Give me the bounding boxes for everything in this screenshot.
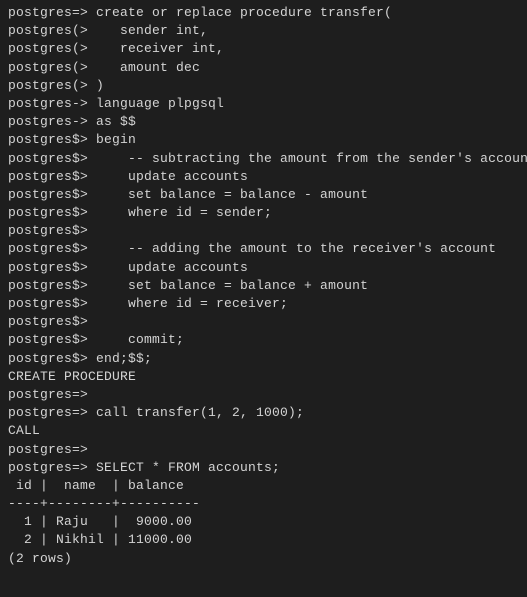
prompt-text: postgres=> (8, 5, 96, 20)
command-text: SELECT * FROM accounts; (96, 460, 280, 475)
terminal-line: postgres$> update accounts (8, 259, 519, 277)
terminal-line: postgres$> update accounts (8, 168, 519, 186)
command-text: as $$ (96, 114, 136, 129)
terminal-line: postgres(> receiver int, (8, 40, 519, 58)
prompt-text: postgres$> (8, 187, 128, 202)
command-text: call transfer(1, 2, 1000); (96, 405, 304, 420)
command-text: create or replace procedure transfer( (96, 5, 392, 20)
prompt-text: postgres=> (8, 387, 88, 402)
prompt-text: postgres-> (8, 96, 96, 111)
terminal-line: CALL (8, 422, 519, 440)
terminal-line: postgres=> SELECT * FROM accounts; (8, 459, 519, 477)
terminal-line: postgres-> as $$ (8, 113, 519, 131)
terminal-line: postgres$> where id = receiver; (8, 295, 519, 313)
prompt-text: postgres$> (8, 332, 128, 347)
terminal-line: postgres$> (8, 222, 519, 240)
prompt-text: postgres$> (8, 151, 128, 166)
command-text: id | name | balance (8, 478, 184, 493)
prompt-text: postgres=> (8, 442, 88, 457)
terminal-line: postgres$> -- subtracting the amount fro… (8, 150, 519, 168)
terminal-line: postgres$> set balance = balance + amoun… (8, 277, 519, 295)
command-text: -- adding the amount to the receiver's a… (128, 241, 496, 256)
prompt-text: postgres(> (8, 60, 120, 75)
prompt-text: postgres$> (8, 260, 128, 275)
terminal-line: postgres(> ) (8, 77, 519, 95)
terminal-line: postgres$> (8, 313, 519, 331)
command-text: commit; (128, 332, 184, 347)
terminal-line: postgres-> language plpgsql (8, 95, 519, 113)
prompt-text: postgres$> (8, 223, 88, 238)
command-text: -- subtracting the amount from the sende… (128, 151, 527, 166)
prompt-text: postgres$> (8, 278, 128, 293)
terminal-line: postgres$> commit; (8, 331, 519, 349)
prompt-text: postgres$> (8, 132, 96, 147)
command-text: CREATE PROCEDURE (8, 369, 136, 384)
command-text: where id = sender; (128, 205, 272, 220)
terminal-line: postgres$> set balance = balance - amoun… (8, 186, 519, 204)
terminal-line: postgres=> (8, 441, 519, 459)
prompt-text: postgres(> (8, 78, 96, 93)
prompt-text: postgres$> (8, 241, 128, 256)
prompt-text: postgres$> (8, 351, 96, 366)
command-text: amount dec (120, 60, 200, 75)
command-text: (2 rows) (8, 551, 72, 566)
prompt-text: postgres-> (8, 114, 96, 129)
command-text: update accounts (128, 260, 248, 275)
terminal-line: postgres=> (8, 386, 519, 404)
prompt-text: postgres=> (8, 460, 96, 475)
prompt-text: postgres$> (8, 169, 128, 184)
terminal-line: postgres(> sender int, (8, 22, 519, 40)
prompt-text: postgres$> (8, 296, 128, 311)
command-text: set balance = balance - amount (128, 187, 368, 202)
command-text: where id = receiver; (128, 296, 288, 311)
prompt-text: postgres(> (8, 41, 120, 56)
command-text: update accounts (128, 169, 248, 184)
command-text: 1 | Raju | 9000.00 (8, 514, 192, 529)
prompt-text: postgres$> (8, 205, 128, 220)
terminal-line: CREATE PROCEDURE (8, 368, 519, 386)
command-text: receiver int, (120, 41, 224, 56)
terminal-line: postgres$> where id = sender; (8, 204, 519, 222)
command-text: ----+--------+---------- (8, 496, 200, 511)
terminal-line: postgres=> create or replace procedure t… (8, 4, 519, 22)
terminal-line: 1 | Raju | 9000.00 (8, 513, 519, 531)
terminal-line: postgres$> end;$$; (8, 350, 519, 368)
command-text: begin (96, 132, 136, 147)
terminal-line: postgres=> call transfer(1, 2, 1000); (8, 404, 519, 422)
terminal-line: postgres$> -- adding the amount to the r… (8, 240, 519, 258)
terminal-line: (2 rows) (8, 550, 519, 568)
prompt-text: postgres=> (8, 405, 96, 420)
terminal-line: postgres$> begin (8, 131, 519, 149)
terminal-line: postgres(> amount dec (8, 59, 519, 77)
command-text: sender int, (120, 23, 208, 38)
command-text: language plpgsql (96, 96, 224, 111)
command-text: CALL (8, 423, 40, 438)
command-text: set balance = balance + amount (128, 278, 368, 293)
command-text: ) (96, 78, 104, 93)
prompt-text: postgres$> (8, 314, 88, 329)
terminal-output: postgres=> create or replace procedure t… (8, 4, 519, 568)
command-text: 2 | Nikhil | 11000.00 (8, 532, 192, 547)
terminal-line: 2 | Nikhil | 11000.00 (8, 531, 519, 549)
terminal-line: ----+--------+---------- (8, 495, 519, 513)
command-text: end;$$; (96, 351, 152, 366)
terminal-line: id | name | balance (8, 477, 519, 495)
prompt-text: postgres(> (8, 23, 120, 38)
